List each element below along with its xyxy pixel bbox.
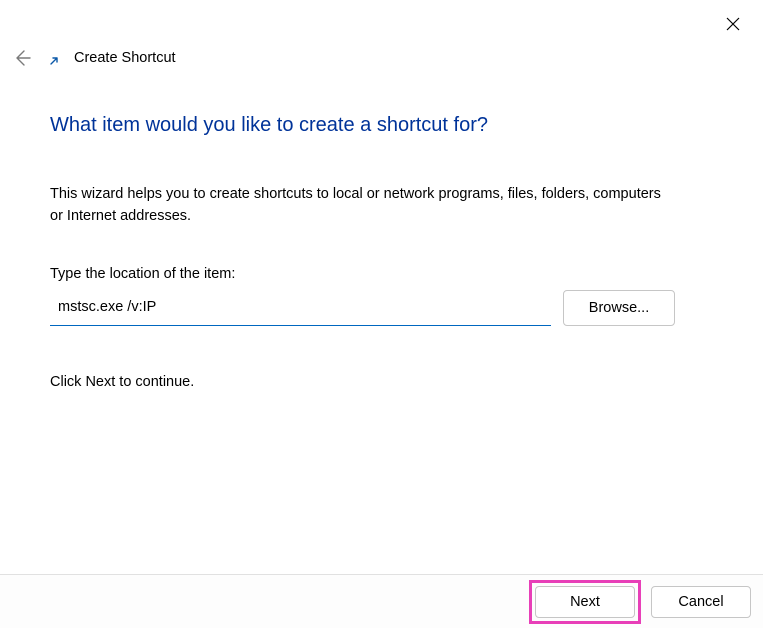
- next-button[interactable]: Next: [535, 586, 635, 618]
- dialog-content: What item would you like to create a sho…: [50, 114, 675, 390]
- shortcut-overlay-icon: [48, 55, 60, 67]
- continue-hint: Click Next to continue.: [50, 374, 675, 390]
- next-button-highlight: Next: [529, 580, 641, 624]
- browse-button[interactable]: Browse...: [563, 290, 675, 326]
- location-label: Type the location of the item:: [50, 266, 675, 282]
- back-arrow-icon[interactable]: [10, 46, 34, 70]
- dialog-header: Create Shortcut: [10, 46, 753, 70]
- page-heading: What item would you like to create a sho…: [50, 114, 675, 137]
- location-row: Browse...: [50, 290, 675, 326]
- dialog-title: Create Shortcut: [74, 50, 176, 66]
- dialog-footer: Next Cancel: [0, 574, 763, 628]
- location-input[interactable]: [50, 290, 551, 326]
- close-icon[interactable]: [721, 12, 745, 36]
- wizard-description: This wizard helps you to create shortcut…: [50, 183, 675, 228]
- cancel-button[interactable]: Cancel: [651, 586, 751, 618]
